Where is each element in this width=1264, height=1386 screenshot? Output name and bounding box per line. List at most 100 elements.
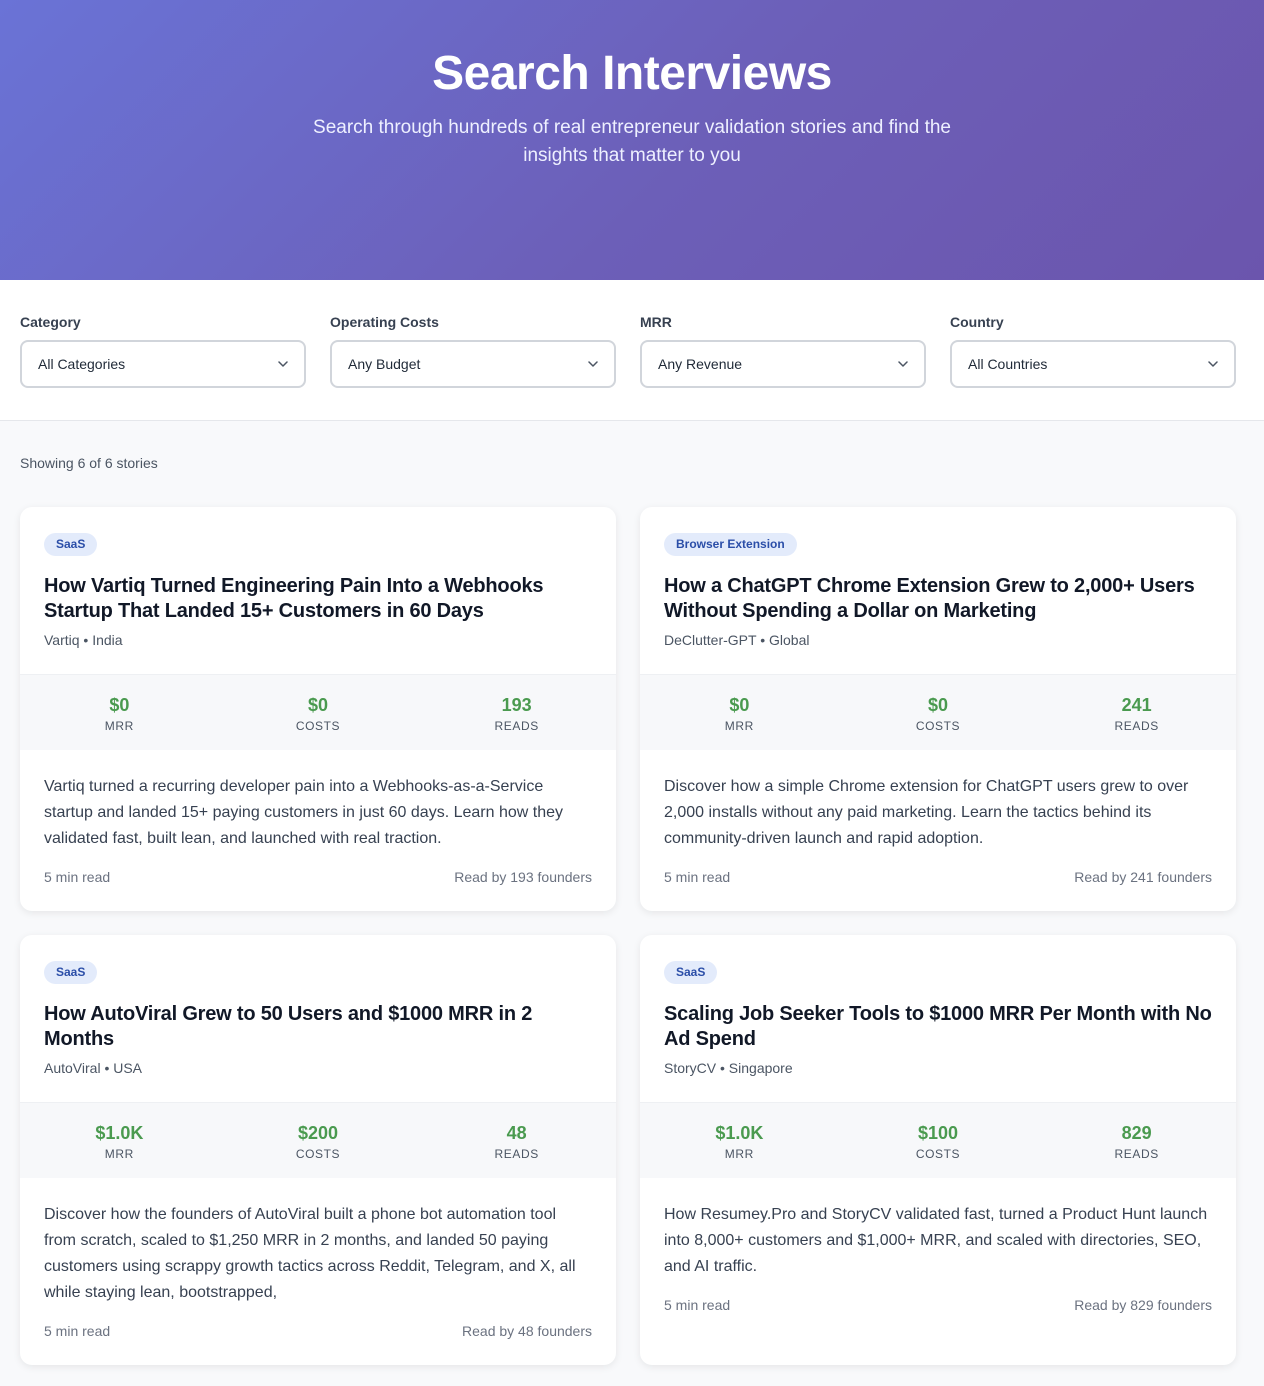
read-count: Read by 193 founders: [454, 869, 592, 885]
story-meta: StoryCV • Singapore: [664, 1060, 793, 1076]
category-select[interactable]: All Categories: [20, 340, 306, 388]
story-meta: DeClutter-GPT • Global: [664, 632, 810, 648]
read-count: Read by 829 founders: [1074, 1297, 1212, 1313]
chevron-down-icon: [1208, 361, 1218, 367]
stat-costs: $200 COSTS: [219, 1103, 418, 1178]
card-header: SaaS How Vartiq Turned Engineering Pain …: [20, 507, 616, 674]
stat-value: $100: [917, 1123, 959, 1143]
chevron-down-icon: [588, 361, 598, 367]
story-title[interactable]: How AutoViral Grew to 50 Users and $1000…: [44, 1002, 592, 1052]
chevron-down-icon: [278, 361, 288, 367]
story-meta: Vartiq • India: [44, 632, 123, 648]
filter-label: Category: [20, 314, 81, 330]
read-time: 5 min read: [664, 1297, 731, 1313]
stat-value: 829: [1121, 1123, 1152, 1143]
story-stats: $0 MRR $0 COSTS 241 READS: [640, 674, 1236, 750]
stat-label: READS: [1114, 1147, 1159, 1161]
stat-label: COSTS: [915, 719, 961, 733]
stat-reads: 829 READS: [1037, 1103, 1236, 1178]
stat-costs: $0 COSTS: [219, 675, 418, 750]
story-stats: $1.0K MRR $100 COSTS 829 READS: [640, 1102, 1236, 1178]
stat-mrr: $0 MRR: [640, 675, 839, 750]
story-grid: SaaS How Vartiq Turned Engineering Pain …: [20, 507, 1244, 1365]
stat-label: READS: [494, 719, 539, 733]
stat-costs: $100 COSTS: [839, 1103, 1038, 1178]
story-title[interactable]: Scaling Job Seeker Tools to $1000 MRR Pe…: [664, 1002, 1212, 1052]
stat-value: $0: [109, 695, 130, 715]
read-time: 5 min read: [44, 1323, 111, 1339]
stat-value: $200: [297, 1123, 339, 1143]
stat-mrr: $1.0K MRR: [640, 1103, 839, 1178]
stat-label: MRR: [104, 1147, 134, 1161]
card-header: Browser Extension How a ChatGPT Chrome E…: [640, 507, 1236, 674]
chevron-down-icon: [898, 361, 908, 367]
stat-label: MRR: [724, 1147, 754, 1161]
category-tag: Browser Extension: [664, 533, 797, 556]
filter-category: Category All Categories: [20, 314, 306, 420]
read-count: Read by 48 founders: [462, 1323, 592, 1339]
stat-label: READS: [494, 1147, 539, 1161]
story-description: Discover how a simple Chrome extension f…: [664, 778, 1189, 847]
read-count: Read by 241 founders: [1074, 869, 1212, 885]
card-footer: 5 min read Read by 193 founders: [20, 852, 616, 911]
filter-operating-costs: Operating Costs Any Budget: [330, 314, 616, 420]
stat-reads: 193 READS: [417, 675, 616, 750]
story-title[interactable]: How a ChatGPT Chrome Extension Grew to 2…: [664, 574, 1212, 624]
filter-label: Country: [950, 314, 1004, 330]
results-count: Showing 6 of 6 stories: [20, 455, 158, 471]
hero-banner: Search Interviews Search through hundred…: [0, 0, 1264, 280]
card-header: SaaS How AutoViral Grew to 50 Users and …: [20, 935, 616, 1102]
stat-mrr: $1.0K MRR: [20, 1103, 219, 1178]
stat-label: MRR: [724, 719, 754, 733]
stat-value: $0: [927, 695, 949, 715]
filter-label: MRR: [640, 314, 672, 330]
stat-reads: 241 READS: [1037, 675, 1236, 750]
stat-label: COSTS: [295, 1147, 341, 1161]
story-description: Vartiq turned a recurring developer pain…: [44, 778, 563, 847]
stat-label: COSTS: [915, 1147, 961, 1161]
select-value: All Categories: [38, 356, 126, 372]
story-card[interactable]: Browser Extension How a ChatGPT Chrome E…: [640, 507, 1236, 911]
page-title: Search Interviews: [432, 47, 832, 100]
results-section: Showing 6 of 6 stories SaaS How Vartiq T…: [0, 421, 1264, 1365]
stat-value: $0: [729, 695, 750, 715]
card-footer: 5 min read Read by 829 founders: [640, 1280, 1236, 1339]
filter-mrr: MRR Any Revenue: [640, 314, 926, 420]
select-value: Any Revenue: [658, 356, 743, 372]
filter-bar: Category All Categories Operating Costs …: [0, 280, 1264, 421]
story-card[interactable]: SaaS Scaling Job Seeker Tools to $1000 M…: [640, 935, 1236, 1365]
story-card[interactable]: SaaS How AutoViral Grew to 50 Users and …: [20, 935, 616, 1365]
story-meta: AutoViral • USA: [44, 1060, 143, 1076]
story-card[interactable]: SaaS How Vartiq Turned Engineering Pain …: [20, 507, 616, 911]
select-value: Any Budget: [348, 356, 421, 372]
stat-value: $0: [307, 695, 329, 715]
category-tag: SaaS: [44, 533, 98, 556]
stat-reads: 48 READS: [417, 1103, 616, 1178]
stat-value: 193: [501, 695, 532, 715]
card-footer: 5 min read Read by 241 founders: [640, 852, 1236, 911]
stat-value: $1.0K: [715, 1123, 764, 1143]
stat-label: COSTS: [295, 719, 341, 733]
stat-value: $1.0K: [95, 1123, 144, 1143]
stat-value: 241: [1121, 695, 1152, 715]
stat-label: MRR: [104, 719, 134, 733]
story-description: Discover how the founders of AutoViral b…: [44, 1206, 576, 1301]
stat-costs: $0 COSTS: [839, 675, 1038, 750]
card-footer: 5 min read Read by 48 founders: [20, 1306, 616, 1365]
read-time: 5 min read: [44, 869, 111, 885]
operating-costs-select[interactable]: Any Budget: [330, 340, 616, 388]
stat-label: READS: [1114, 719, 1159, 733]
mrr-select[interactable]: Any Revenue: [640, 340, 926, 388]
stat-value: 48: [506, 1123, 527, 1143]
filter-country: Country All Countries: [950, 314, 1236, 420]
read-time: 5 min read: [664, 869, 731, 885]
category-tag: SaaS: [44, 961, 98, 984]
filter-label: Operating Costs: [330, 314, 439, 330]
stat-mrr: $0 MRR: [20, 675, 219, 750]
story-title[interactable]: How Vartiq Turned Engineering Pain Into …: [44, 574, 592, 624]
country-select[interactable]: All Countries: [950, 340, 1236, 388]
story-stats: $0 MRR $0 COSTS 193 READS: [20, 674, 616, 750]
story-description: How Resumey.Pro and StoryCV validated fa…: [664, 1206, 1208, 1275]
card-header: SaaS Scaling Job Seeker Tools to $1000 M…: [640, 935, 1236, 1102]
story-stats: $1.0K MRR $200 COSTS 48 READS: [20, 1102, 616, 1178]
